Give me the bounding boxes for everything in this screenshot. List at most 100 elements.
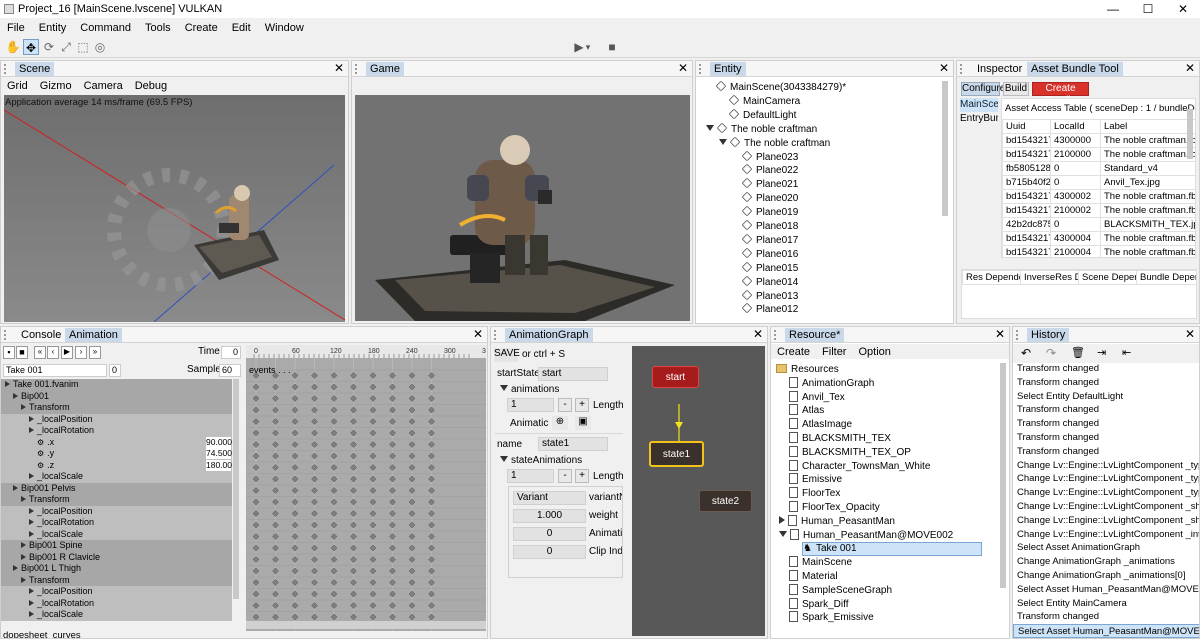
keyframe[interactable]	[291, 372, 299, 379]
anim-value-field[interactable]: 180.00	[206, 459, 232, 471]
expand-icon[interactable]	[5, 381, 10, 387]
keyframe[interactable]	[311, 406, 318, 414]
entity-item[interactable]: Plane012	[741, 303, 798, 317]
keyframe[interactable]	[350, 383, 357, 391]
menu-edit[interactable]: Edit	[225, 22, 258, 34]
keyframe[interactable]	[389, 556, 396, 563]
entity-item[interactable]: MainScene(3043384279)*	[715, 80, 846, 95]
keyframe[interactable]	[350, 544, 357, 552]
keyframe[interactable]	[350, 567, 357, 575]
horizontal-scrollbar[interactable]	[246, 621, 486, 629]
anim-property-row[interactable]: Bip001 Spine	[1, 540, 232, 552]
keyframe[interactable]	[408, 533, 416, 540]
expand-icon[interactable]	[29, 519, 34, 525]
maximize-button[interactable]: ☐	[1133, 0, 1163, 18]
entity-item[interactable]: Plane015	[741, 261, 798, 276]
remove-state-animation-button[interactable]: -	[558, 469, 572, 483]
resource-menu-filter[interactable]: Filter	[816, 346, 852, 358]
entity-scrollbar[interactable]	[942, 81, 948, 216]
menu-tools[interactable]: Tools	[138, 22, 178, 34]
history-item[interactable]: Transform changed	[1013, 610, 1199, 624]
anim-property-row[interactable]: Bip001	[1, 390, 232, 402]
keyframe[interactable]	[389, 521, 396, 529]
keyframe[interactable]	[350, 602, 357, 609]
history-item[interactable]: Change AnimationGraph _animations	[1013, 555, 1199, 569]
keyframe[interactable]	[330, 383, 338, 391]
history-item[interactable]: Select Asset AnimationGraph	[1013, 541, 1199, 555]
keyframe[interactable]	[408, 556, 416, 563]
keyframe[interactable]	[311, 579, 318, 586]
tab-console[interactable]: Console	[17, 328, 65, 342]
scene-menu-debug[interactable]: Debug	[129, 80, 173, 92]
anim-property-row[interactable]: _localScale	[1, 609, 232, 621]
keyframe[interactable]	[428, 521, 435, 529]
keyframe[interactable]	[291, 567, 299, 575]
keyframe[interactable]	[428, 602, 435, 609]
table-row[interactable]: bd154321762100000The noble craftman.fb:	[1002, 147, 1195, 162]
name-input[interactable]: state1	[538, 437, 608, 451]
keyframe[interactable]	[369, 556, 377, 563]
table-row[interactable]: bd154321764300004The noble craftman.fb:	[1002, 231, 1195, 246]
keyframe[interactable]	[389, 533, 396, 540]
keyframe[interactable]	[428, 510, 435, 517]
keyframe[interactable]	[350, 487, 357, 494]
keyframe[interactable]	[389, 544, 396, 552]
resource-item[interactable]: Character_TownsMan_White	[789, 459, 930, 474]
keyframe[interactable]	[389, 464, 396, 471]
keyframe[interactable]	[389, 579, 396, 586]
keyframe[interactable]	[252, 441, 260, 448]
keyframe[interactable]	[369, 395, 377, 402]
keyframe[interactable]	[272, 487, 279, 494]
keyframe[interactable]	[408, 602, 416, 609]
keyframe[interactable]	[428, 441, 435, 448]
expand-icon[interactable]	[21, 542, 26, 548]
keyframe[interactable]	[252, 510, 260, 517]
keyframe[interactable]	[291, 510, 299, 517]
keyframe[interactable]	[408, 429, 416, 437]
entity-item[interactable]: Plane021	[741, 177, 798, 192]
keyframe[interactable]	[389, 441, 396, 448]
keyframe[interactable]	[428, 406, 435, 414]
keyframe[interactable]	[252, 429, 260, 437]
keyframe[interactable]	[369, 464, 377, 471]
entity-item[interactable]: Plane014	[741, 275, 798, 290]
weight-input[interactable]: 1.000	[513, 509, 586, 523]
keyframe[interactable]	[369, 383, 377, 391]
keyframe[interactable]	[408, 521, 416, 529]
keyframe[interactable]	[408, 510, 416, 517]
hand-tool-icon[interactable]: ✋	[5, 39, 21, 55]
expand-icon[interactable]	[13, 565, 18, 571]
dopesheet-footer[interactable]: dopesheet curves	[3, 630, 81, 638]
anim-property-row[interactable]: ⚙ .x 90.000	[1, 436, 232, 448]
keyframe[interactable]	[330, 441, 338, 448]
keyframe[interactable]	[252, 498, 260, 506]
history-item[interactable]: Transform changed	[1013, 417, 1199, 431]
resource-item[interactable]: Spark_Emissive	[789, 611, 874, 625]
expand-icon[interactable]	[500, 456, 508, 462]
keyframe[interactable]	[408, 406, 416, 414]
keyframe[interactable]	[272, 590, 279, 598]
expand-icon[interactable]	[779, 530, 787, 537]
keyframe[interactable]	[389, 475, 396, 483]
keyframe[interactable]	[408, 372, 416, 379]
keyframe[interactable]	[252, 556, 260, 563]
keyframe[interactable]	[272, 521, 279, 529]
bundle-item-entrybund[interactable]: EntryBund	[960, 112, 998, 126]
keyframe[interactable]	[389, 613, 396, 621]
tab-inspector[interactable]: Inspector	[973, 62, 1026, 76]
keyframe[interactable]	[408, 418, 416, 425]
keyframe[interactable]	[350, 475, 357, 483]
resource-item[interactable]: Material	[789, 570, 838, 584]
keyframe[interactable]	[330, 590, 338, 598]
undo-icon[interactable]: ↶	[1021, 346, 1031, 360]
keyframe[interactable]	[408, 464, 416, 471]
keyframe[interactable]	[408, 441, 416, 448]
keyframe[interactable]	[369, 521, 377, 529]
keyframe[interactable]	[369, 544, 377, 552]
keyframe[interactable]	[291, 395, 299, 402]
keyframe[interactable]	[330, 613, 338, 621]
add-state-animation-button[interactable]: +	[575, 469, 589, 483]
keyframe[interactable]	[369, 498, 377, 506]
keyframe[interactable]	[350, 418, 357, 425]
keyframe[interactable]	[330, 418, 338, 425]
